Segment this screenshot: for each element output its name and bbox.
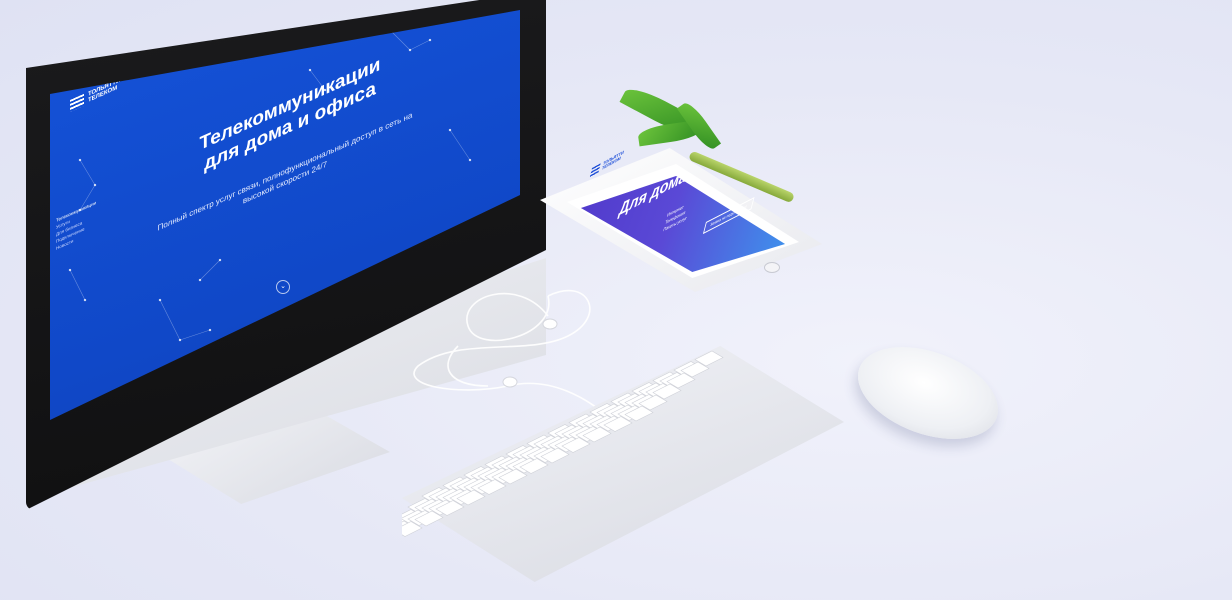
- phone-home-button[interactable]: [764, 262, 780, 273]
- chevron-down-icon[interactable]: ⌄: [276, 280, 290, 294]
- nav-about-link[interactable]: О КОМПАНИИ: [250, 10, 284, 24]
- logo-mark-icon: [70, 93, 84, 113]
- keyboard-keys: [402, 350, 724, 537]
- workspace-scene: О КОМПАНИИ ТОЛЬЯТТИ ТЕЛЕКОМ Телекоммуник…: [0, 0, 1232, 600]
- magic-mouse: [845, 329, 1011, 457]
- logo-mark-icon: [589, 163, 601, 178]
- side-navigation: Телекоммуникации Услуги Для бизнеса Подк…: [56, 199, 96, 252]
